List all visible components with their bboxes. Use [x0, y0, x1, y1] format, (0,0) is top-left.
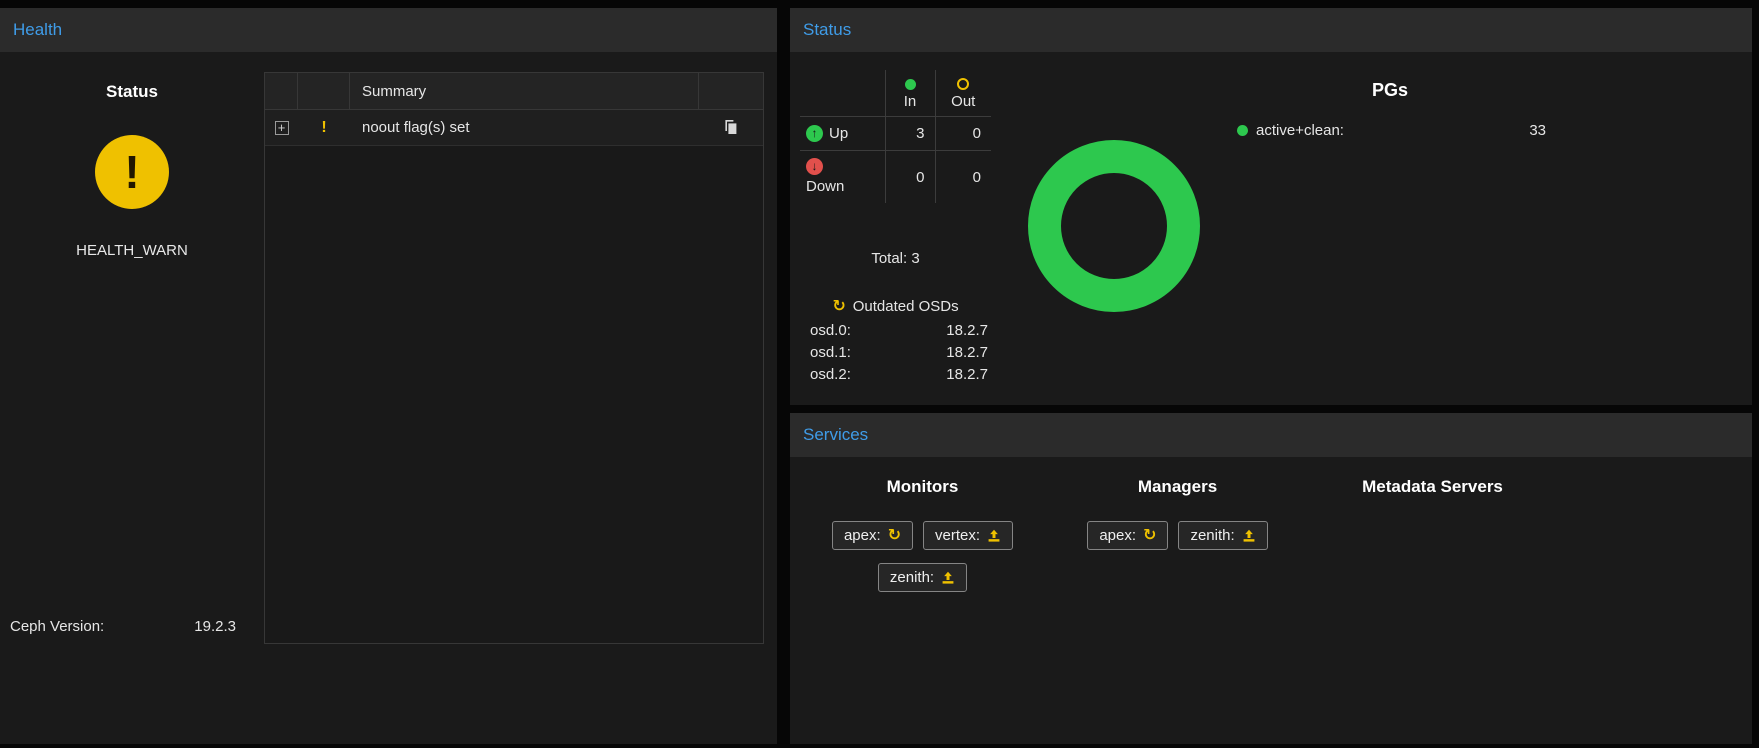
arrow-circle-up-icon: ↑ [806, 125, 823, 142]
status-panel-body: In Out ↑ Up [790, 52, 1752, 405]
ceph-dashboard: Health Status ! HEALTH_WARN Ceph Version… [0, 0, 1759, 748]
manager-apex-button[interactable]: apex: ↻ [1087, 521, 1168, 550]
arrow-circle-down-icon: ↓ [806, 158, 823, 175]
pgs-legend-label: active+clean: [1256, 122, 1344, 139]
monitors-column: Monitors apex: ↻ vertex: [800, 457, 1045, 744]
refresh-icon: ↻ [1143, 528, 1156, 544]
osd-down-in-count: 0 [885, 151, 935, 204]
services-panel-body: Monitors apex: ↻ vertex: [790, 457, 1752, 744]
upload-icon [1242, 529, 1256, 543]
summary-header-severity-col [298, 73, 350, 109]
list-item: osd.0: 18.2.7 [810, 320, 988, 342]
exclamation-glyph: ! [124, 145, 139, 199]
out-header-label: Out [951, 93, 975, 110]
pgs-legend: active+clean: 33 [1237, 122, 1546, 139]
ceph-version-label: Ceph Version: [10, 618, 104, 635]
service-button-label: apex: [844, 527, 881, 544]
outdated-osd-list: osd.0: 18.2.7 osd.1: 18.2.7 osd.2: 18.2.… [810, 320, 988, 386]
in-dot-icon [905, 79, 916, 90]
osd-total: Total: 3 [800, 250, 991, 267]
refresh-icon: ↻ [888, 528, 901, 544]
status-panel: Status In Out [790, 8, 1752, 405]
health-summary-table: Summary + ! noout flag(s) set [264, 72, 764, 644]
osd-name: osd.1: [810, 342, 851, 364]
health-status-value: HEALTH_WARN [0, 242, 264, 259]
upload-icon [941, 571, 955, 585]
summary-row-text: noout flag(s) set [350, 119, 699, 136]
monitor-apex-button[interactable]: apex: ↻ [832, 521, 913, 550]
osd-version: 18.2.7 [946, 320, 988, 342]
status-panel-title: Status [803, 20, 851, 40]
pgs-donut-chart [1028, 140, 1200, 312]
summary-table-header-row: Summary [265, 73, 763, 110]
out-ring-icon [957, 78, 969, 90]
in-header-label: In [904, 93, 917, 110]
service-button-label: zenith: [1190, 527, 1234, 544]
service-button-label: zenith: [890, 569, 934, 586]
summary-table-row[interactable]: + ! noout flag(s) set [265, 110, 763, 146]
osd-table-out-header: Out [935, 70, 991, 117]
osd-version: 18.2.7 [946, 342, 988, 364]
copy-icon[interactable] [723, 119, 739, 136]
active-clean-dot-icon [1237, 125, 1248, 136]
service-button-label: vertex: [935, 527, 980, 544]
health-status-heading: Status [0, 82, 264, 102]
services-panel-title: Services [803, 425, 868, 445]
down-row-label: Down [806, 178, 879, 195]
osd-in-out-table: In Out ↑ Up [800, 70, 991, 203]
osd-name: osd.2: [810, 364, 851, 386]
refresh-icon: ↻ [832, 299, 845, 315]
metadata-servers-column: Metadata Servers [1310, 457, 1555, 744]
health-panel: Health Status ! HEALTH_WARN Ceph Version… [0, 8, 777, 744]
ceph-version-value: 19.2.3 [146, 618, 236, 635]
services-panel-header: Services [790, 413, 1752, 457]
up-row-label: Up [829, 125, 848, 142]
summary-header-label: Summary [350, 73, 699, 109]
summary-header-expand-col [265, 73, 298, 109]
health-panel-title: Health [13, 20, 62, 40]
monitor-zenith-button[interactable]: zenith: [878, 563, 967, 592]
osd-name: osd.0: [810, 320, 851, 342]
monitors-buttons: apex: ↻ vertex: zenith: [800, 521, 1045, 592]
summary-header-actions-col [699, 73, 763, 109]
pgs-title: PGs [1240, 80, 1540, 101]
managers-buttons: apex: ↻ zenith: [1055, 521, 1300, 550]
outdated-osds-label: Outdated OSDs [853, 298, 959, 315]
osd-down-row-label-cell: ↓ Down [800, 151, 885, 204]
pgs-legend-value: 33 [1529, 122, 1546, 139]
osd-table-corner-cell [800, 70, 885, 117]
managers-heading: Managers [1055, 477, 1300, 497]
health-panel-header: Health [0, 8, 777, 52]
status-panel-header: Status [790, 8, 1752, 52]
manager-zenith-button[interactable]: zenith: [1178, 521, 1267, 550]
monitor-vertex-button[interactable]: vertex: [923, 521, 1013, 550]
osd-version: 18.2.7 [946, 364, 988, 386]
metadata-servers-heading: Metadata Servers [1310, 477, 1555, 497]
warning-exclamation-icon: ! [321, 119, 326, 137]
outdated-osds-title: ↻ Outdated OSDs [800, 298, 991, 315]
health-panel-body: Status ! HEALTH_WARN Ceph Version: 19.2.… [0, 52, 777, 744]
osd-up-in-count: 3 [885, 117, 935, 151]
list-item: osd.1: 18.2.7 [810, 342, 988, 364]
managers-column: Managers apex: ↻ zenith: [1055, 457, 1300, 744]
osd-table-in-header: In [885, 70, 935, 117]
osd-down-out-count: 0 [935, 151, 991, 204]
services-panel: Services Monitors apex: ↻ vertex: [790, 413, 1752, 744]
osd-up-row-label-cell: ↑ Up [800, 117, 885, 151]
upload-icon [987, 529, 1001, 543]
service-button-label: apex: [1099, 527, 1136, 544]
osd-up-out-count: 0 [935, 117, 991, 151]
monitors-heading: Monitors [800, 477, 1045, 497]
list-item: osd.2: 18.2.7 [810, 364, 988, 386]
health-warning-icon: ! [95, 135, 169, 209]
row-expand-icon[interactable]: + [275, 121, 289, 135]
